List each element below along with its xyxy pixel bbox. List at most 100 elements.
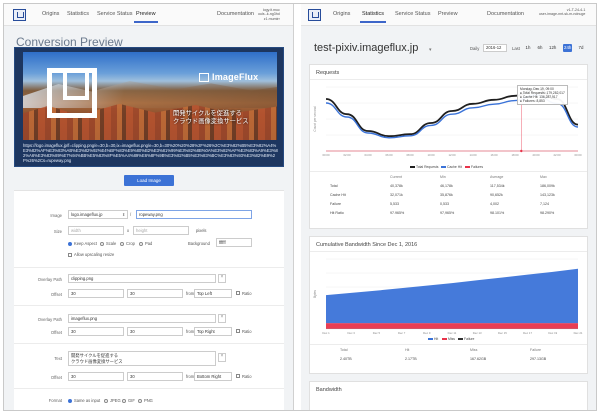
mode-keep-aspect-radio[interactable] [68, 242, 72, 246]
table-cell: Cache Hit [330, 193, 346, 197]
mode-pad-radio[interactable] [139, 242, 143, 246]
height-input[interactable]: height [133, 226, 189, 235]
table-cell: 90,652k [490, 193, 503, 197]
size-label: Size [53, 229, 62, 234]
format-gif-radio[interactable] [122, 399, 126, 403]
legend-cache-hit[interactable]: Cache Hit [441, 165, 462, 169]
format-gif-label: GIF [128, 398, 135, 403]
format-same-radio[interactable] [68, 399, 72, 403]
daily-select[interactable]: 2016-12 [483, 44, 507, 52]
range-7d-button[interactable]: 7d [577, 44, 585, 52]
legend-failures[interactable]: Failures [465, 165, 483, 169]
statistics-pane: Origins Statistics Service Status Previe… [301, 4, 596, 410]
overlay1-path-input[interactable]: clipping.png [68, 274, 216, 283]
text-remove-button[interactable]: × [218, 353, 226, 362]
user-menu[interactable]: v1-T-24-4-1 user-image-nnt-sk-m-ndnuge [539, 8, 585, 17]
format-label: Format [48, 398, 62, 403]
range-6h-button[interactable]: 6h [536, 44, 544, 52]
nav-preview[interactable]: Preview [438, 11, 458, 17]
overlay1-remove-button[interactable]: × [218, 274, 226, 283]
overlay1-label: Overlay Path [37, 277, 62, 282]
image-domain-select[interactable]: logo.imageflux.jp [68, 210, 128, 219]
text-ratio-checkbox[interactable] [236, 374, 240, 378]
overlay2-from-select[interactable]: Top Right [194, 327, 232, 336]
nav-preview[interactable]: Preview [134, 11, 158, 23]
divider [14, 388, 284, 389]
y-axis-label: Count per second [313, 106, 317, 131]
legend-failure[interactable]: Failure [458, 337, 474, 341]
legend-hit[interactable]: Hit [428, 337, 438, 341]
width-input[interactable]: width [68, 226, 124, 235]
overlay2-ratio-checkbox[interactable] [236, 329, 240, 333]
nav-origins[interactable]: Origins [333, 11, 350, 17]
x-tick-label: Dec 17 [523, 331, 532, 335]
allow-upscaling-checkbox[interactable] [68, 253, 72, 257]
text-textarea[interactable]: 開発サイクルを促進する クラウド画像変換サービス [68, 351, 216, 366]
legend-total-requests[interactable]: Total Requests [410, 165, 438, 169]
nav-documentation[interactable]: Documentation [217, 11, 254, 17]
top-nav: Origins Statistics Service Status Previe… [4, 4, 293, 26]
overlay2-from-label: from [186, 329, 195, 334]
x-tick-label: Dec 13 [473, 331, 482, 335]
x-tick-label: 06:00 [386, 153, 393, 157]
overlay2-remove-button[interactable]: × [218, 314, 226, 323]
imageflux-logo-icon[interactable] [13, 9, 26, 21]
nav-service-status[interactable]: Service Status [395, 11, 430, 17]
x-tick-label: Dec 7 [398, 331, 406, 335]
preview-pane: Origins Statistics Service Status Previe… [4, 4, 294, 410]
text-from-label: from [186, 374, 195, 379]
table-cell: 2.17TB [405, 357, 417, 361]
chevron-down-icon[interactable]: ▾ [429, 47, 432, 53]
legend-miss[interactable]: Miss [442, 337, 455, 341]
format-same-label: Same as input [74, 398, 101, 403]
text-from-select[interactable]: Bottom Right [194, 372, 232, 381]
table-cell: 32,071k [390, 193, 403, 197]
x-tick-label: Dec 5 [373, 331, 381, 335]
x-tick-label: 04:00 [365, 153, 372, 157]
overlay1-offset-y[interactable]: 30 [127, 289, 183, 298]
overlay1-offset-x[interactable]: 30 [68, 289, 124, 298]
text-offset-y[interactable]: 30 [127, 372, 183, 381]
overlay1-from-select[interactable]: Top Left [194, 289, 232, 298]
range-24h-button[interactable]: 24h [563, 44, 573, 52]
mode-scale-radio[interactable] [100, 242, 104, 246]
overlay2-offset-y[interactable]: 30 [127, 327, 183, 336]
x-tick-label: 02:00 [344, 153, 351, 157]
image-path-input[interactable]: ropeway.png [136, 210, 252, 219]
user-line-2: ouls.-k-ng3hd [258, 12, 280, 17]
overlay1-from-label: from [186, 291, 195, 296]
range-12h-button[interactable]: 12h [548, 44, 557, 52]
format-jpeg-radio[interactable] [104, 399, 108, 403]
range-1h-button[interactable]: 1h [524, 44, 532, 52]
load-image-button[interactable]: Load Image [124, 175, 174, 186]
image-label: Image [50, 213, 62, 218]
table-header: Total [340, 348, 348, 352]
y-axis-label: Bytes [313, 290, 317, 298]
mode-crop-radio[interactable] [120, 242, 124, 246]
overlay1-ratio-checkbox[interactable] [236, 291, 240, 295]
top-nav: Origins Statistics Service Status Previe… [301, 4, 596, 26]
area-hit [326, 268, 578, 324]
overlay2-offset-x[interactable]: 30 [68, 327, 124, 336]
imageflux-logo-icon[interactable] [308, 9, 321, 21]
nav-origins[interactable]: Origins [42, 11, 59, 17]
preview-url[interactable]: https://logo.imageflux.jp/f=clipping.png… [23, 143, 279, 163]
x-tick-label: Dec 11 [448, 331, 457, 335]
nav-service-status[interactable]: Service Status [97, 11, 132, 17]
nav-statistics[interactable]: Statistics [359, 11, 387, 23]
table-cell: 98.290% [540, 211, 555, 215]
overlay2-path-input[interactable]: imageflux.png [68, 314, 216, 323]
text-label: Text [54, 356, 62, 361]
overlay1-ratio-label: Ratio [242, 291, 252, 296]
text-offset-x[interactable]: 30 [68, 372, 124, 381]
format-png-radio[interactable] [138, 399, 142, 403]
x-tick-label: Dec 1 [322, 331, 330, 335]
cumulative-bandwidth-chart: Bytes Dec 1 Dec 3 Dec 5 Dec 7 Dec 9 Dec 11 Dec … [313, 258, 583, 335]
table-header: Failure [530, 348, 541, 352]
nav-statistics[interactable]: Statistics [67, 11, 89, 17]
table-cell: 117,534k [490, 184, 505, 188]
background-input[interactable]: ffffff [216, 238, 252, 247]
nav-documentation[interactable]: Documentation [487, 11, 524, 17]
x-tick-label: 08:00 [407, 153, 414, 157]
user-menu[interactable]: logy.it.muc ouls.-k-ng3hd z1.mumirr [258, 8, 280, 21]
